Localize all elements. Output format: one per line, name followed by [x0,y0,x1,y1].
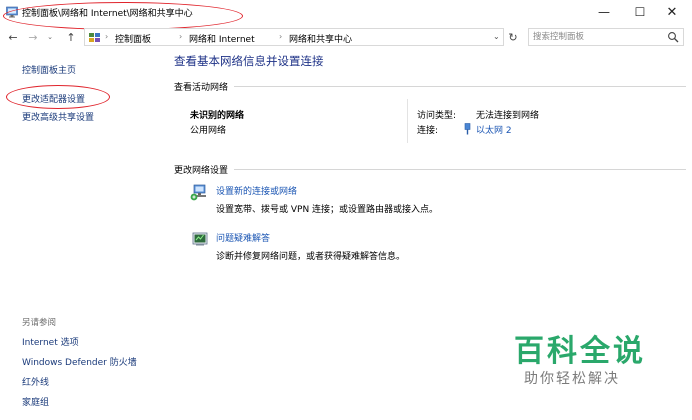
network-category: 公用网络 [190,126,227,136]
sidebar-item-advanced-sharing[interactable]: 更改高级共享设置 [22,110,94,123]
sidebar-item-change-adapter[interactable]: 更改适配器设置 [22,92,85,105]
troubleshoot-desc: 诊断并修复网络问题，或者获得疑难解答信息。 [216,252,406,262]
watermark-logo-text: 百科全说 [514,334,646,369]
breadcrumb-sharing-center[interactable]: 网络和共享中心 [289,32,352,45]
section-divider [234,169,686,170]
change-settings-heading: 更改网络设置 [174,166,229,176]
active-networks-heading: 查看活动网络 [174,83,229,93]
breadcrumb-separator: › [105,32,109,41]
up-button[interactable]: ↑ [64,30,78,44]
breadcrumb-network-internet[interactable]: 网络和 Internet [189,32,255,45]
see-also-title: 另请参阅 [22,318,57,328]
refresh-button[interactable]: ↻ [506,30,520,44]
search-icon[interactable] [667,31,679,43]
section-divider [234,86,686,87]
ethernet-connection-link[interactable]: 以太网 2 [476,123,512,136]
breadcrumb-control-panel[interactable]: 控制面板 [115,32,151,45]
recent-locations-button[interactable]: ⌄ [43,30,57,44]
search-input[interactable] [533,31,663,43]
network-name: 未识别的网络 [190,111,245,121]
close-button[interactable]: ✕ [650,0,692,24]
address-dropdown-icon[interactable]: ⌄ [493,32,500,41]
back-button[interactable]: ← [6,30,20,44]
access-type-value: 无法连接到网络 [476,111,540,121]
see-also-defender-firewall[interactable]: Windows Defender 防火墙 [22,355,137,368]
see-also-internet-options[interactable]: Internet 选项 [22,335,79,348]
control-panel-icon [6,6,18,18]
setup-new-connection-desc: 设置宽带、拨号或 VPN 连接；或设置路由器或接入点。 [216,205,439,215]
search-box[interactable] [528,28,684,46]
network-folder-icon [89,33,100,42]
see-also-infrared[interactable]: 红外线 [22,375,49,388]
troubleshoot-link[interactable]: 问题疑难解答 [216,231,270,244]
breadcrumb-separator: › [279,32,283,41]
address-box[interactable]: › 控制面板 › 网络和 Internet › 网络和共享中心 ⌄ [84,28,504,46]
troubleshoot-icon [192,232,208,246]
network-setup-icon [190,184,206,201]
network-info-divider [407,99,408,143]
window-title: 控制面板\网络和 Internet\网络和共享中心 [22,9,193,19]
see-also-homegroup[interactable]: 家庭组 [22,395,49,408]
ethernet-icon [464,123,471,135]
forward-button[interactable]: → [26,30,40,44]
title-bar: 控制面板\网络和 Internet\网络和共享中心 — ☐ ✕ [0,0,692,24]
connections-label: 连接: [417,126,439,136]
page-title: 查看基本网络信息并设置连接 [174,54,324,68]
access-type-label: 访问类型: [417,111,457,121]
watermark-slogan: 助你轻松解决 [524,371,620,387]
breadcrumb-separator: › [179,32,183,41]
setup-new-connection-link[interactable]: 设置新的连接或网络 [216,184,297,197]
sidebar-home-link[interactable]: 控制面板主页 [22,63,76,76]
